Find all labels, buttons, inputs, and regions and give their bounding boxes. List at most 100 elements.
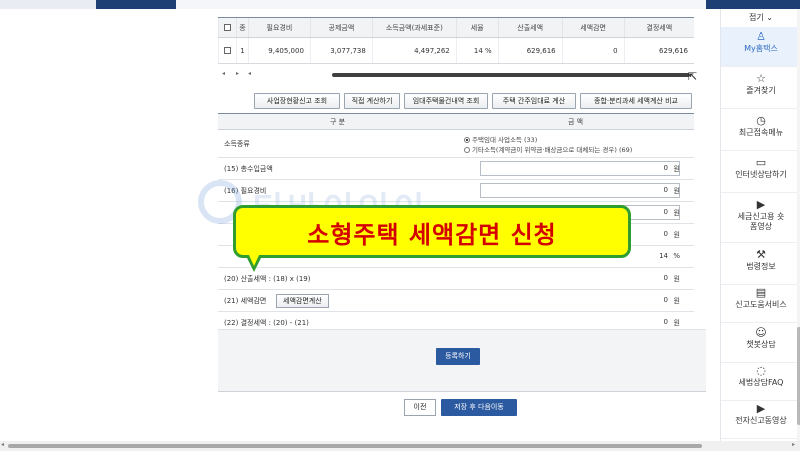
row-21-label: (21) 세액감면: [224, 297, 267, 305]
quick-label: 세금신고용 숏폼영상: [737, 212, 785, 231]
quick-chatbot[interactable]: ☺ 챗봇상담: [721, 323, 800, 363]
quick-label: My홈택스: [744, 44, 778, 53]
scroll-left-step-icon[interactable]: ◂: [248, 70, 251, 77]
page-horizontal-scrollbar[interactable]: ◂ ▸: [0, 441, 800, 451]
table-cell: 629,616: [497, 37, 563, 64]
row-16: (16) 필요경비 0 원: [218, 180, 694, 202]
row-checkbox[interactable]: [223, 47, 231, 54]
tax-compare-button[interactable]: 종합·분리과세 세액계산 비교: [580, 93, 692, 109]
quick-law-info[interactable]: ⚒ 법령정보: [721, 245, 800, 285]
unit-label: 원: [673, 165, 680, 173]
total-income-input[interactable]: [480, 161, 680, 176]
table-cell: 3,077,738: [309, 37, 373, 64]
col-header: 소득금액(과세표준): [371, 17, 457, 38]
col-header: 필요경비: [247, 17, 311, 38]
deemed-rent-calc-button[interactable]: 주택 간주임대료 계산: [492, 93, 576, 109]
row-19-value: 14: [659, 252, 668, 260]
mouse-cursor-icon: ⇱: [688, 70, 698, 83]
radio-other-income[interactable]: 기타소득(계약금이 위약금·배상금으로 대체되는 경우) (69): [464, 144, 632, 154]
tax-reduction-calc-button[interactable]: 세액감면계산: [276, 294, 329, 308]
row-17-value: 0: [663, 208, 668, 216]
row-20: (20) 산출세액 : (18) x (19) 0 원: [218, 268, 694, 290]
callout-tail-inner: [248, 253, 260, 266]
chevron-down-icon: ⌄: [766, 13, 773, 22]
expense-input[interactable]: [480, 183, 680, 198]
radio-housing-rental[interactable]: 주택임대 사업소득 (33): [464, 134, 537, 144]
prev-button[interactable]: 이전: [404, 399, 436, 416]
row-16-value: 0: [663, 186, 668, 194]
collapse-button[interactable]: 접기 ⌄: [721, 9, 800, 27]
quick-filing-help[interactable]: ▤ 신고도움서비스: [721, 283, 800, 323]
table-cell: 4,497,262: [371, 37, 457, 64]
chatbot-icon: ☺: [755, 326, 767, 339]
row-15-value: 0: [663, 164, 668, 172]
collapse-label: 접기: [749, 13, 764, 22]
divider: [218, 391, 706, 392]
gavel-icon: ⚒: [756, 248, 766, 261]
page-scrollbar-thumb[interactable]: [8, 444, 702, 448]
chat-icon: ◌: [756, 364, 766, 377]
col-header: 종: [235, 17, 249, 38]
row-20-value: 0: [663, 274, 668, 282]
table-cell: 0: [561, 37, 625, 64]
scroll-left-icon[interactable]: ◂: [1, 441, 4, 448]
form-footer-area: 등록하기: [218, 329, 706, 391]
rental-housing-lookup-button[interactable]: 임대주택물건내역 조회: [404, 93, 488, 109]
play-icon: ▶: [756, 198, 766, 211]
income-type-row: 소득종류 주택임대 사업소득 (33) 기타소득(계약금이 위약금·배상금으로 …: [218, 130, 694, 158]
business-status-lookup-button[interactable]: 사업장현황신고 조회: [254, 93, 340, 109]
quick-shortform-video[interactable]: ▶ 세금신고용 숏폼영상: [721, 195, 800, 243]
right-quick-menu: 접기 ⌄ ♙ My홈택스 ☆ 즐겨찾기 ◷ 최근접속메뉴 ▭ 인터넷상담하기 ▶…: [720, 9, 800, 441]
scroll-left-end-icon[interactable]: ◂: [222, 70, 225, 77]
income-type-label: 소득종류: [224, 140, 250, 148]
radio-label: 주택임대 사업소득 (33): [472, 136, 538, 144]
table-cell: 629,616: [623, 37, 694, 64]
monitor-icon: ▭: [755, 156, 767, 169]
quick-my-hometax[interactable]: ♙ My홈택스: [721, 27, 800, 67]
form-col-amount: 금 액: [568, 118, 584, 126]
table-cell: 1: [235, 37, 249, 64]
quick-recent-menu[interactable]: ◷ 최근접속메뉴: [721, 111, 800, 151]
video-icon: ▶: [756, 402, 766, 415]
quick-label: 법령정보: [746, 262, 776, 271]
unit-label: 원: [673, 297, 680, 305]
scroll-left-icon[interactable]: ▸: [236, 70, 239, 77]
quick-label: 즐겨찾기: [746, 86, 776, 95]
radio-icon[interactable]: [464, 147, 470, 153]
row-22-value: 0: [663, 318, 668, 326]
quick-tax-faq[interactable]: ◌ 세법상담FAQ: [721, 361, 800, 401]
row-21-value: 0: [663, 296, 668, 304]
row-18-value: 0: [663, 230, 668, 238]
col-header: 세율: [455, 17, 499, 38]
row-15: (15) 총수입금액 0 원: [218, 158, 694, 180]
table-horizontal-scrollbar[interactable]: ◂ ▸ ◂ ⇱: [218, 70, 698, 83]
unit-label: 원: [673, 319, 680, 327]
scroll-right-icon[interactable]: ▸: [792, 441, 795, 448]
col-header: 공제금액: [309, 17, 373, 38]
top-bar-left: [0, 0, 96, 9]
quick-favorites[interactable]: ☆ 즐겨찾기: [721, 69, 800, 109]
row-20-label: (20) 산출세액 : (18) x (19): [224, 275, 311, 283]
quick-label: 최근접속메뉴: [738, 128, 784, 137]
quick-label: 세법상담FAQ: [738, 378, 784, 387]
quick-e-filing-video[interactable]: ▶ 전자신고동영상: [721, 399, 800, 439]
row-select-cell[interactable]: [218, 37, 237, 64]
save-next-button[interactable]: 저장 후 다음이동: [441, 399, 517, 416]
col-header: 세액감면: [561, 17, 625, 38]
star-icon: ☆: [756, 72, 766, 85]
quick-online-consult[interactable]: ▭ 인터넷상담하기: [721, 153, 800, 193]
select-all-checkbox[interactable]: [223, 24, 231, 31]
table-cell: 9,405,000: [247, 37, 311, 64]
select-all-cell[interactable]: [218, 17, 237, 38]
scrollbar-thumb[interactable]: [332, 73, 690, 77]
quick-label: 전자신고동영상: [735, 416, 787, 425]
register-button[interactable]: 등록하기: [436, 348, 480, 365]
top-bar: [0, 0, 800, 9]
table-cell: 14 %: [455, 37, 499, 64]
top-bar-center: [176, 0, 706, 9]
callout-bubble: 소형주택 세액감면 신청: [233, 205, 631, 258]
quick-label: 신고도움서비스: [735, 300, 787, 309]
clock-icon: ◷: [756, 114, 766, 127]
radio-selected-icon[interactable]: [464, 137, 470, 143]
manual-calc-button[interactable]: 직접 계산하기: [344, 93, 400, 109]
